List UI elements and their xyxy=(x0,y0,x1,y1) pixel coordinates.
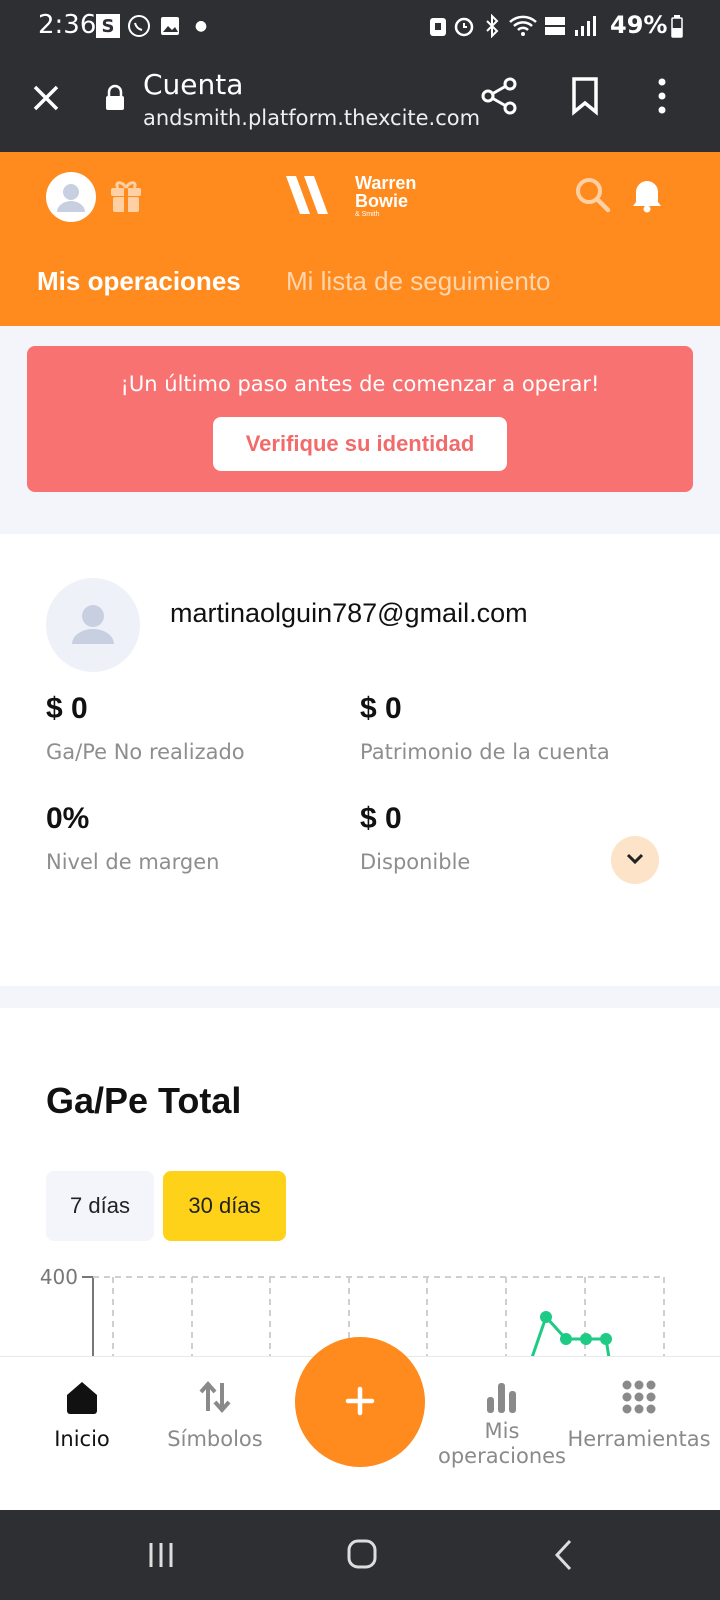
chevron-down-icon xyxy=(625,852,645,869)
browser-toolbar: Cuenta andsmith.platform.thexcite.com xyxy=(0,52,720,152)
alarm-icon xyxy=(452,14,476,38)
gift-icon[interactable] xyxy=(108,178,144,214)
unrealized-pnl-value: $ 0 xyxy=(46,692,88,725)
brand-logo-mark xyxy=(284,170,334,218)
profile-avatar[interactable] xyxy=(46,172,96,222)
period-30-days-button[interactable]: 30 días xyxy=(163,1171,286,1241)
brand-line-3: & Smith xyxy=(355,211,380,218)
account-email: martinaolguin787@gmail.com xyxy=(170,598,528,628)
y-tick-label: 400 xyxy=(40,1265,78,1289)
notification-bell-icon[interactable] xyxy=(630,174,664,214)
alert-message: ¡Un último paso antes de comenzar a oper… xyxy=(120,372,600,396)
lock-screen-icon xyxy=(428,14,448,38)
s-app-icon: S xyxy=(96,14,120,38)
new-trade-button[interactable] xyxy=(295,1337,425,1467)
series-point xyxy=(600,1333,612,1345)
whatsapp-icon xyxy=(126,14,152,38)
nav-symbols-label: Símbolos xyxy=(167,1427,263,1451)
tab-watchlist[interactable]: Mi lista de seguimiento xyxy=(286,266,550,297)
close-icon[interactable] xyxy=(30,82,62,114)
nav-symbols[interactable]: Símbolos xyxy=(160,1379,270,1452)
chart-title: Ga/Pe Total xyxy=(46,1080,242,1121)
url-text[interactable]: andsmith.platform.thexcite.com xyxy=(143,106,480,130)
dot-icon: ● xyxy=(194,18,208,34)
app-header: Warren Bowie & Smith Mis operaciones Mi … xyxy=(0,152,720,326)
margin-level-value: 0% xyxy=(46,802,90,835)
nav-tools-label: Herramientas xyxy=(567,1427,711,1451)
available-value: $ 0 xyxy=(360,802,402,835)
search-icon[interactable] xyxy=(574,176,612,214)
back-icon[interactable] xyxy=(552,1538,576,1572)
signal-icon xyxy=(572,14,598,38)
account-summary-card: martinaolguin787@gmail.com $ 0 Ga/Pe No … xyxy=(0,534,720,986)
bar-chart-icon xyxy=(484,1379,520,1419)
verify-identity-button[interactable]: Verifique su identidad xyxy=(213,417,507,471)
nav-my-operations-label: Mis operaciones xyxy=(438,1419,566,1468)
tab-my-operations[interactable]: Mis operaciones xyxy=(37,266,241,297)
equity-label: Patrimonio de la cuenta xyxy=(360,740,610,764)
series-point xyxy=(580,1333,592,1345)
unrealized-pnl-label: Ga/Pe No realizado xyxy=(46,740,245,764)
status-bar: 2:36 S ● 49% xyxy=(0,0,720,52)
battery-icon xyxy=(670,14,684,38)
home-icon xyxy=(64,1379,100,1419)
verification-alert: ¡Un último paso antes de comenzar a oper… xyxy=(27,346,693,492)
more-options-icon[interactable] xyxy=(654,76,670,116)
wifi-icon xyxy=(508,14,538,38)
system-navigation-bar xyxy=(0,1510,720,1600)
lock-icon xyxy=(104,84,126,112)
swap-arrows-icon xyxy=(197,1379,233,1419)
brand-logo-text: Warren Bowie & Smith xyxy=(355,174,416,219)
margin-level-label: Nivel de margen xyxy=(46,850,220,874)
bookmark-icon[interactable] xyxy=(570,76,600,116)
nav-tools[interactable]: Herramientas xyxy=(564,1379,714,1452)
bluetooth-icon xyxy=(482,14,502,38)
gallery-icon xyxy=(158,14,182,38)
expand-stats-button[interactable] xyxy=(611,836,659,884)
series-point xyxy=(540,1311,552,1323)
volte-icon xyxy=(542,14,568,38)
period-7-days-button[interactable]: 7 días xyxy=(46,1171,154,1241)
nav-home[interactable]: Inicio xyxy=(40,1379,124,1452)
series-point xyxy=(560,1333,572,1345)
equity-value: $ 0 xyxy=(360,692,402,725)
account-avatar xyxy=(46,578,140,672)
home-button-icon[interactable] xyxy=(346,1538,378,1570)
brand-line-2: Bowie xyxy=(355,191,409,211)
bottom-navigation: Inicio Símbolos Mis operaciones Herramie… xyxy=(0,1337,720,1505)
grid-dots-icon xyxy=(621,1379,657,1419)
share-icon[interactable] xyxy=(480,76,520,116)
plus-icon xyxy=(345,1386,375,1419)
battery-percent: 49% xyxy=(610,11,668,39)
brand-line-1: Warren xyxy=(355,173,417,193)
nav-home-label: Inicio xyxy=(54,1427,110,1451)
status-time: 2:36 xyxy=(38,10,97,40)
available-label: Disponible xyxy=(360,850,471,874)
page-title: Cuenta xyxy=(143,68,244,101)
recent-apps-icon[interactable] xyxy=(146,1540,176,1570)
nav-my-operations[interactable]: Mis operaciones xyxy=(432,1379,572,1469)
